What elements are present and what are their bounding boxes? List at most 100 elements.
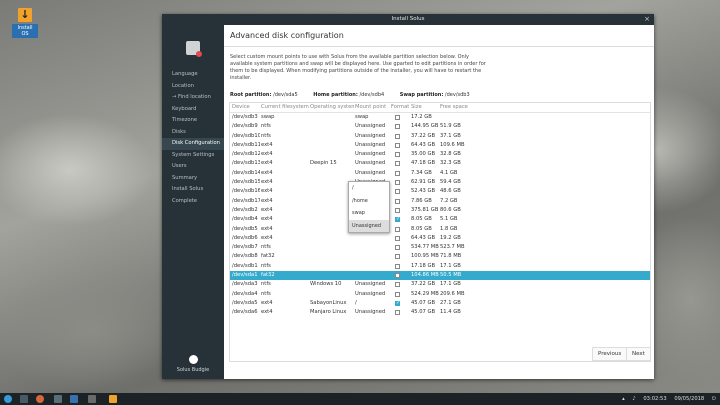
sidebar-item-complete[interactable]: Complete <box>162 196 224 208</box>
free-cell: 17.1 GB <box>440 281 461 288</box>
sidebar-item-system-settings[interactable]: System Settings <box>162 150 224 162</box>
close-icon[interactable]: × <box>644 14 650 25</box>
sidebar-item-keyboard[interactable]: Keyboard <box>162 104 224 116</box>
table-row[interactable]: /dev/sdb10 ntfs Unassigned 37.22 GB 37.1 GB <box>230 132 650 141</box>
format-checkbox[interactable] <box>395 133 400 139</box>
mount-cell[interactable]: Unassigned <box>355 159 389 168</box>
mount-cell[interactable]: Unassigned <box>355 169 389 178</box>
format-checkbox[interactable] <box>395 282 400 288</box>
table-row[interactable]: /dev/sdb17ext4Unassigned7.86 GB7.2 GB <box>230 197 650 206</box>
format-checkbox[interactable] <box>395 235 400 241</box>
table-row[interactable]: /dev/sdb3 swap swap 17.2 GB <box>230 113 650 122</box>
header-mount[interactable]: Mount point <box>355 103 389 112</box>
format-checkbox[interactable] <box>395 161 400 167</box>
mount-cell[interactable]: swap <box>355 113 389 122</box>
previous-button[interactable]: Previous <box>592 347 628 361</box>
mount-cell[interactable]: Unassigned <box>355 132 389 141</box>
table-row[interactable]: /dev/sda3 ntfs Windows 10 Unassigned 37.22 G… <box>230 280 650 289</box>
mount-cell[interactable]: / <box>355 299 389 308</box>
volume-icon[interactable]: ♪ <box>632 396 635 402</box>
install-os-taskbar-icon[interactable] <box>109 395 117 403</box>
table-row[interactable]: /dev/sdb2ext4Unassigned375.81 GB80.6 GB <box>230 206 650 215</box>
table-row[interactable]: /dev/sdb1 ntfs 17.18 GB 17.1 GB <box>230 262 650 271</box>
sidebar-item-find-location[interactable]: → Find location <box>162 92 224 104</box>
sidebar-item-disks[interactable]: Disks <box>162 127 224 139</box>
format-checkbox[interactable] <box>395 254 400 260</box>
device-cell: /dev/sda4 <box>232 290 258 297</box>
header-size[interactable]: Size <box>411 103 439 112</box>
sidebar-item-location[interactable]: Location <box>162 81 224 93</box>
format-checkbox[interactable] <box>395 263 400 269</box>
mount-cell[interactable]: Unassigned <box>355 290 389 299</box>
mount-cell[interactable]: Unassigned <box>355 122 389 131</box>
header-device[interactable]: Device <box>232 103 260 112</box>
clock-time[interactable]: 03:02:53 <box>643 396 666 402</box>
format-checkbox[interactable] <box>395 310 400 316</box>
next-button[interactable]: Next <box>626 347 651 361</box>
format-checkbox[interactable] <box>395 226 400 232</box>
table-row[interactable]: /dev/sdb13 ext4 Deepin 15 Unassigned 47.18 G… <box>230 159 650 168</box>
dropdown-option-root[interactable]: / <box>349 182 389 195</box>
sidebar-item-disk-configuration[interactable]: Disk Configuration <box>162 138 224 150</box>
format-checkbox[interactable] <box>395 189 400 195</box>
dropdown-option-swap[interactable]: swap <box>349 207 389 220</box>
table-row[interactable]: /dev/sdb4ext4/home8.05 GB5.1 GB <box>230 215 650 224</box>
mount-cell[interactable]: Unassigned <box>355 280 389 289</box>
header-free[interactable]: Free space <box>440 103 480 112</box>
table-row[interactable]: /dev/sda1 fat32 104.86 MB 50.5 MB <box>230 271 650 281</box>
format-checkbox[interactable] <box>395 198 400 204</box>
table-row[interactable]: /dev/sdb6 ext4 64.43 GB 19.2 GB <box>230 234 650 243</box>
mount-point-dropdown[interactable]: / /home swap Unassigned <box>348 181 390 233</box>
format-checkbox[interactable] <box>395 291 400 297</box>
table-row[interactable]: /dev/sdb11 ext4 Unassigned 64.43 GB 109.6 MB <box>230 141 650 150</box>
table-row[interactable]: /dev/sda6 ext4 Manjaro Linux Unassigned 45.0… <box>230 308 650 317</box>
format-checkbox[interactable] <box>395 180 400 186</box>
table-row[interactable]: /dev/sdb7 ntfs 534.77 MB 523.7 MB <box>230 243 650 252</box>
format-checkbox[interactable] <box>395 245 400 251</box>
mount-cell[interactable]: Unassigned <box>355 141 389 150</box>
format-checkbox[interactable] <box>395 170 400 176</box>
header-filesystem[interactable]: Current filesystem <box>261 103 309 112</box>
table-row[interactable]: /dev/sdb9 ntfs Unassigned 144.95 GB 51.9 GB <box>230 122 650 131</box>
format-checkbox[interactable] <box>395 142 400 148</box>
format-checkbox[interactable] <box>395 152 400 158</box>
format-checkbox[interactable] <box>395 124 400 130</box>
table-row[interactable]: /dev/sda4 ntfs Unassigned 524.29 MB 209.6 MB <box>230 290 650 299</box>
table-row[interactable]: /dev/sdb15ext4Unassigned62.91 GB59.4 GB <box>230 178 650 187</box>
menu-icon[interactable] <box>4 395 12 403</box>
format-checkbox[interactable] <box>395 115 400 120</box>
window-titlebar[interactable]: Install Solus × <box>162 14 654 25</box>
power-icon[interactable]: ⏻ <box>712 396 716 402</box>
editor-icon[interactable] <box>70 395 78 403</box>
format-checkbox[interactable] <box>395 273 400 279</box>
mount-cell[interactable]: Unassigned <box>355 308 389 317</box>
sidebar-item-timezone[interactable]: Timezone <box>162 115 224 127</box>
sidebar-item-install-solus[interactable]: Install Solus <box>162 184 224 196</box>
media-icon[interactable] <box>88 395 96 403</box>
browser-icon[interactable] <box>36 395 44 403</box>
table-row[interactable]: /dev/sdb5ext4Unassigned8.05 GB1.8 GB <box>230 225 650 234</box>
files-icon[interactable] <box>20 395 28 403</box>
table-row[interactable]: /dev/sdb16ext4Unassigned52.43 GB48.6 GB <box>230 187 650 196</box>
sidebar-item-summary[interactable]: Summary <box>162 173 224 185</box>
format-checkbox[interactable] <box>395 299 400 308</box>
header-os[interactable]: Operating system <box>310 103 354 112</box>
format-checkbox[interactable] <box>395 207 400 213</box>
clock-date[interactable]: 09/05/2018 <box>674 396 704 402</box>
network-icon[interactable]: ▴ <box>622 396 625 402</box>
header-format[interactable]: Format <box>391 103 409 112</box>
desktop-icon-install-os[interactable]: Install OS <box>12 8 38 38</box>
terminal-icon[interactable] <box>54 395 62 403</box>
size-cell: 524.29 MB <box>411 290 439 297</box>
dropdown-option-unassigned[interactable]: Unassigned <box>349 219 389 232</box>
sidebar-item-users[interactable]: Users <box>162 161 224 173</box>
table-row[interactable]: /dev/sdb8 fat32 100.95 MB 71.8 MB <box>230 252 650 261</box>
mount-cell[interactable]: Unassigned <box>355 150 389 159</box>
table-row[interactable]: /dev/sdb12 ext4 Unassigned 35.00 GB 32.8 GB <box>230 150 650 159</box>
table-row[interactable]: /dev/sda5 ext4 SabayonLinux / 45.07 GB 27.1 G… <box>230 299 650 308</box>
format-checkbox[interactable] <box>395 215 400 225</box>
sidebar-item-language[interactable]: Language <box>162 69 224 81</box>
dropdown-option-home[interactable]: /home <box>349 195 389 208</box>
system-tray: ▴ ♪ 03:02:53 09/05/2018 ⏻ <box>616 393 716 405</box>
table-row[interactable]: /dev/sdb14 ext4 Unassigned 7.34 GB 4.1 GB <box>230 169 650 178</box>
